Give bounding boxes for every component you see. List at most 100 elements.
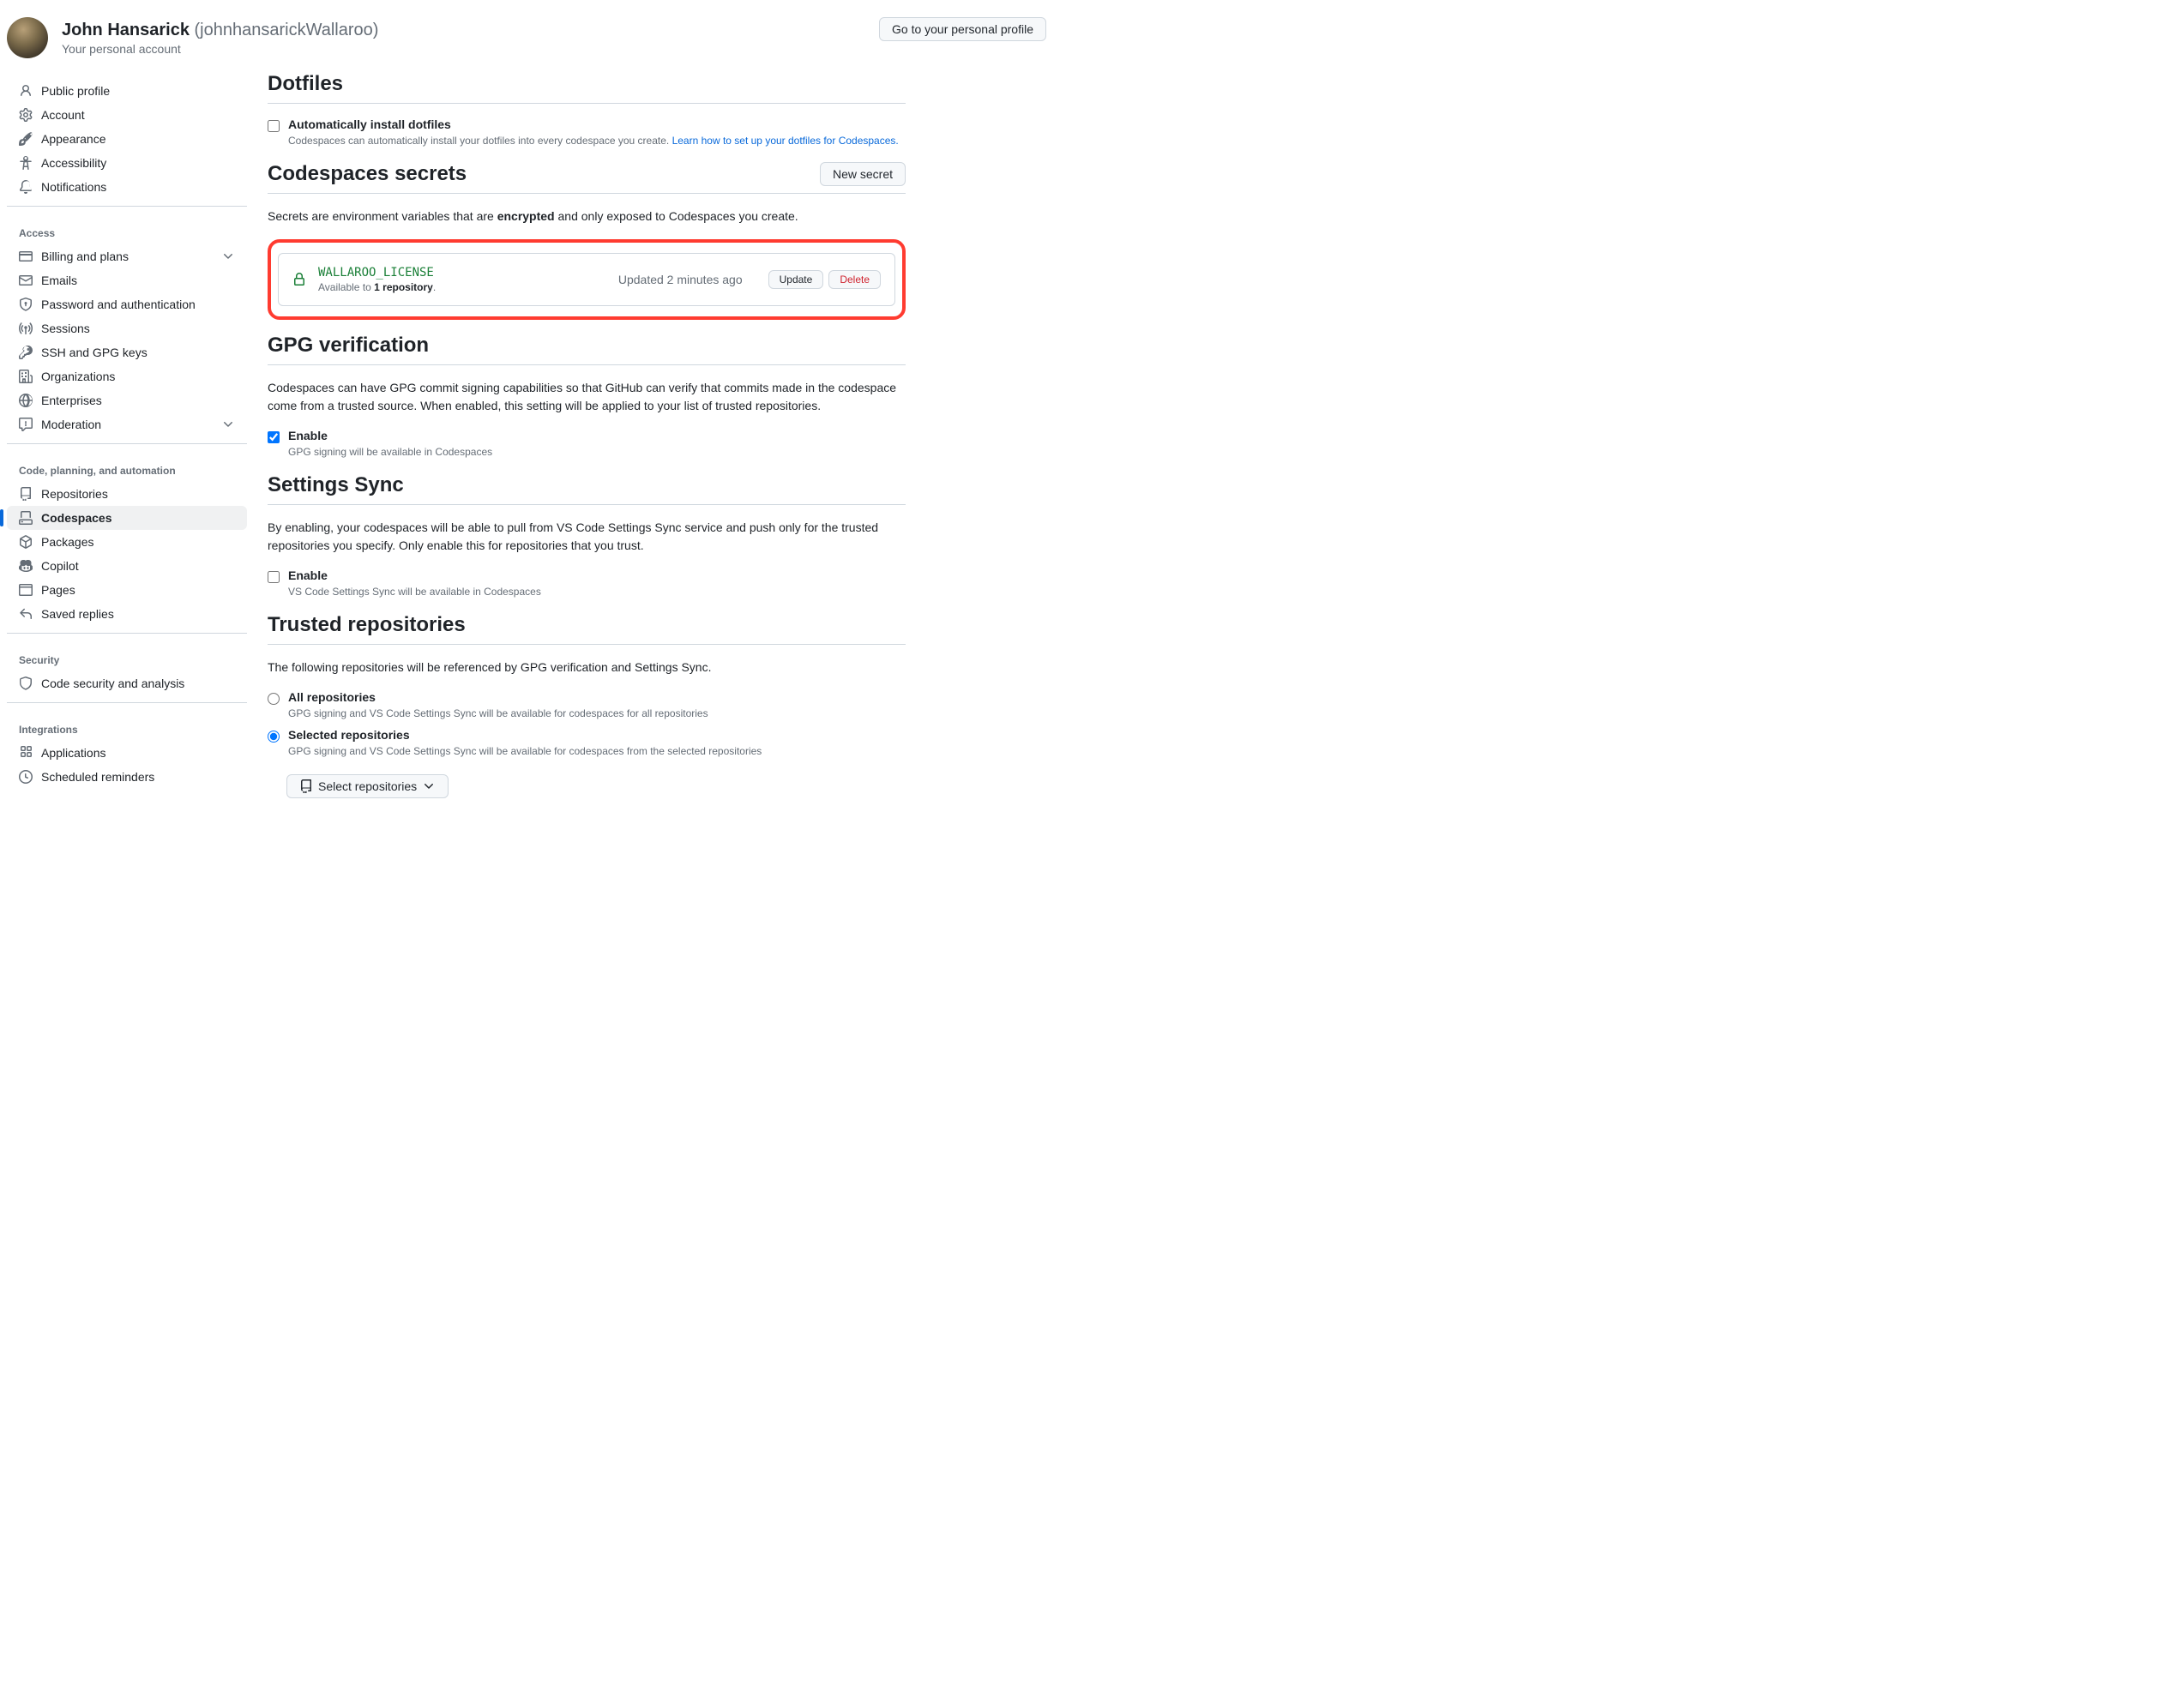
sidebar-item-label: Packages xyxy=(41,535,93,549)
sidebar-item-account[interactable]: Account xyxy=(7,103,247,127)
gpg-section: GPG verification Codespaces can have GPG… xyxy=(268,334,906,460)
chevron-down-icon xyxy=(221,250,235,263)
sidebar-item-emails[interactable]: Emails xyxy=(7,268,247,292)
bell-icon xyxy=(19,180,33,194)
trusted-heading: Trusted repositories xyxy=(268,613,466,637)
apps-icon xyxy=(19,746,33,760)
new-secret-button[interactable]: New secret xyxy=(820,162,906,186)
trusted-radio-1[interactable] xyxy=(268,731,280,743)
secret-update-button[interactable]: Update xyxy=(768,270,824,289)
sidebar-item-scheduled-reminders[interactable]: Scheduled reminders xyxy=(7,765,247,789)
secrets-heading: Codespaces secrets xyxy=(268,162,467,186)
sync-heading: Settings Sync xyxy=(268,473,404,497)
sidebar-item-label: Emails xyxy=(41,274,77,287)
sidebar-item-label: Code security and analysis xyxy=(41,677,184,690)
mail-icon xyxy=(19,274,33,287)
sync-enable-checkbox[interactable] xyxy=(268,571,280,583)
sidebar-item-label: Pages xyxy=(41,583,75,597)
gpg-enable-desc: GPG signing will be available in Codespa… xyxy=(288,444,492,460)
secret-name[interactable]: WALLAROO_LICENSE xyxy=(318,266,436,280)
avatar[interactable] xyxy=(7,17,48,58)
lock-icon xyxy=(292,273,306,286)
broadcast-icon xyxy=(19,322,33,335)
settings-sidebar: Public profile Account Appearance Accessibi… xyxy=(7,72,247,812)
secret-avail-count[interactable]: 1 repository xyxy=(374,281,433,293)
gpg-enable-label: Enable xyxy=(288,429,492,442)
select-repositories-button[interactable]: Select repositories xyxy=(286,774,449,798)
sidebar-item-enterprises[interactable]: Enterprises xyxy=(7,388,247,412)
sidebar-item-label: Applications xyxy=(41,746,106,760)
key-icon xyxy=(19,346,33,359)
trusted-option-desc: GPG signing and VS Code Settings Sync wi… xyxy=(288,743,762,759)
trusted-option-label: Selected repositories xyxy=(288,728,762,742)
repo-icon xyxy=(19,487,33,501)
sidebar-item-billing-and-plans[interactable]: Billing and plans xyxy=(7,244,247,268)
sidebar-item-codespaces[interactable]: Codespaces xyxy=(7,506,247,530)
dotfiles-section: Dotfiles Automatically install dotfiles … xyxy=(268,72,906,148)
browser-icon xyxy=(19,583,33,597)
gpg-enable-checkbox[interactable] xyxy=(268,431,280,443)
dotfiles-heading: Dotfiles xyxy=(268,72,343,96)
sidebar-item-applications[interactable]: Applications xyxy=(7,741,247,765)
dotfiles-learn-link[interactable]: Learn how to set up your dotfiles for Co… xyxy=(672,135,899,147)
go-to-profile-button[interactable]: Go to your personal profile xyxy=(879,17,1046,41)
gear-icon xyxy=(19,108,33,122)
sidebar-group-header: Security xyxy=(7,640,247,671)
trusted-intro: The following repositories will be refer… xyxy=(268,659,906,677)
sidebar-item-label: Notifications xyxy=(41,180,106,194)
sidebar-item-label: Copilot xyxy=(41,559,79,573)
codespaces-icon xyxy=(19,511,33,525)
globe-icon xyxy=(19,394,33,407)
sidebar-item-ssh-and-gpg-keys[interactable]: SSH and GPG keys xyxy=(7,340,247,364)
dotfiles-checkbox[interactable] xyxy=(268,120,280,132)
sidebar-item-public-profile[interactable]: Public profile xyxy=(7,79,247,103)
sidebar-item-sessions[interactable]: Sessions xyxy=(7,316,247,340)
copilot-icon xyxy=(19,559,33,573)
secret-avail-prefix: Available to xyxy=(318,281,374,293)
sidebar-item-appearance[interactable]: Appearance xyxy=(7,127,247,151)
sidebar-item-label: Billing and plans xyxy=(41,250,129,263)
sidebar-item-accessibility[interactable]: Accessibility xyxy=(7,151,247,175)
chevron-down-icon xyxy=(221,418,235,431)
secret-highlight-box: WALLAROO_LICENSE Available to 1 reposito… xyxy=(268,239,906,320)
organization-icon xyxy=(19,370,33,383)
sidebar-item-label: Appearance xyxy=(41,132,106,146)
secrets-intro-before: Secrets are environment variables that a… xyxy=(268,209,497,223)
sidebar-item-code-security-and-analysis[interactable]: Code security and analysis xyxy=(7,671,247,695)
sidebar-item-copilot[interactable]: Copilot xyxy=(7,554,247,578)
credit-card-icon xyxy=(19,250,33,263)
shield-icon xyxy=(19,677,33,690)
gpg-intro: Codespaces can have GPG commit signing c… xyxy=(268,379,906,415)
sidebar-item-label: Organizations xyxy=(41,370,115,383)
person-icon xyxy=(19,84,33,98)
trusted-option-label: All repositories xyxy=(288,690,708,704)
sidebar-item-label: Public profile xyxy=(41,84,110,98)
sidebar-group-header: Code, planning, and automation xyxy=(7,451,247,482)
profile-subtitle: Your personal account xyxy=(62,42,378,56)
secrets-intro-strong: encrypted xyxy=(497,209,555,223)
sidebar-item-saved-replies[interactable]: Saved replies xyxy=(7,602,247,626)
sidebar-item-label: Moderation xyxy=(41,418,101,431)
sidebar-group-header: Integrations xyxy=(7,710,247,741)
trusted-option-desc: GPG signing and VS Code Settings Sync wi… xyxy=(288,706,708,721)
secrets-intro-after: and only exposed to Codespaces you creat… xyxy=(555,209,798,223)
sidebar-item-moderation[interactable]: Moderation xyxy=(7,412,247,436)
sync-enable-label: Enable xyxy=(288,568,541,582)
sidebar-item-repositories[interactable]: Repositories xyxy=(7,482,247,506)
trusted-radio-0[interactable] xyxy=(268,693,280,705)
secrets-section: Codespaces secrets New secret Secrets ar… xyxy=(268,162,906,320)
dotfiles-desc-text: Codespaces can automatically install you… xyxy=(288,135,672,147)
brush-icon xyxy=(19,132,33,146)
sidebar-item-organizations[interactable]: Organizations xyxy=(7,364,247,388)
sidebar-item-label: Repositories xyxy=(41,487,108,501)
secret-delete-button[interactable]: Delete xyxy=(828,270,881,289)
sidebar-item-pages[interactable]: Pages xyxy=(7,578,247,602)
dotfiles-checkbox-label: Automatically install dotfiles xyxy=(288,117,899,131)
sidebar-item-notifications[interactable]: Notifications xyxy=(7,175,247,199)
select-repositories-label: Select repositories xyxy=(318,779,417,793)
sync-enable-desc: VS Code Settings Sync will be available … xyxy=(288,584,541,599)
sidebar-item-password-and-authentication[interactable]: Password and authentication xyxy=(7,292,247,316)
chevron-down-icon xyxy=(422,779,436,793)
sidebar-item-label: Enterprises xyxy=(41,394,102,407)
sidebar-item-packages[interactable]: Packages xyxy=(7,530,247,554)
